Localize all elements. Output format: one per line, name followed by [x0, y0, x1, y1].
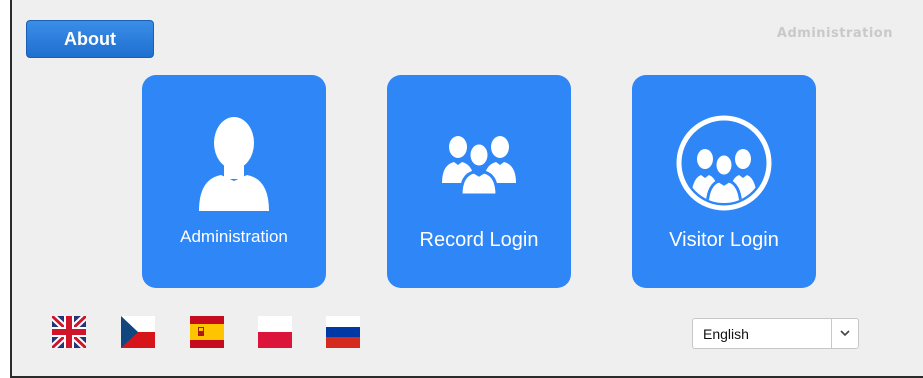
language-select-value: English	[703, 326, 749, 342]
administration-link[interactable]: Administration	[777, 26, 893, 41]
administration-label: Administration	[180, 227, 288, 246]
admin-person-icon	[142, 113, 326, 223]
uk-flag-icon[interactable]	[52, 316, 86, 348]
spain-flag-icon[interactable]	[190, 316, 224, 348]
group-icon	[387, 113, 571, 223]
visitor-group-circle-icon	[632, 113, 816, 223]
about-button[interactable]: About	[26, 20, 154, 58]
record-login-tile[interactable]: Record Login	[387, 75, 571, 288]
administration-tile[interactable]: Administration	[142, 75, 326, 288]
russia-flag-icon[interactable]	[326, 316, 360, 348]
app-window: About Administration Administration Reco…	[0, 0, 923, 378]
visitor-login-tile[interactable]: Visitor Login	[632, 75, 816, 288]
czech-flag-icon[interactable]	[121, 316, 155, 348]
language-select[interactable]: English	[692, 318, 859, 349]
select-divider	[831, 319, 832, 348]
visitor-login-label: Visitor Login	[669, 229, 779, 251]
record-login-label: Record Login	[419, 229, 539, 251]
poland-flag-icon[interactable]	[258, 316, 292, 348]
chevron-down-icon	[838, 325, 852, 341]
